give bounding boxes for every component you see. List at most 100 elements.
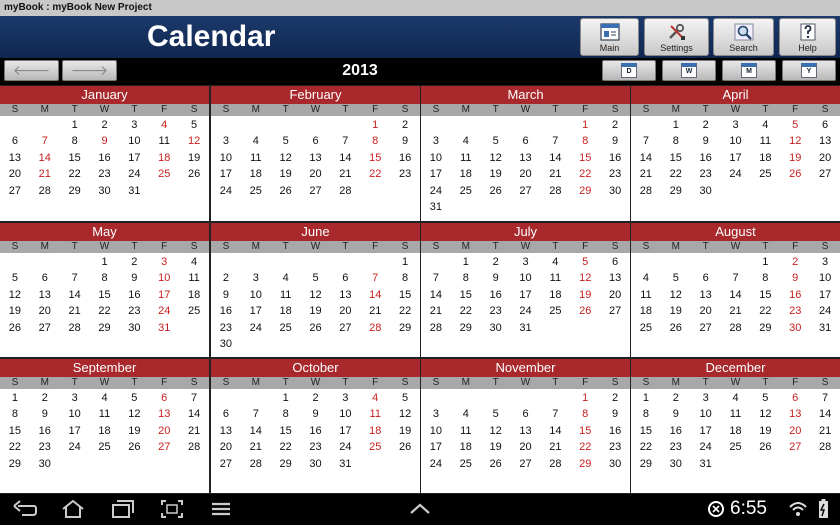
day-cell[interactable]: 29 (570, 456, 600, 472)
day-cell[interactable]: 9 (780, 270, 810, 286)
day-cell[interactable]: 18 (90, 423, 120, 439)
day-cell[interactable]: 5 (119, 390, 149, 406)
day-cell[interactable]: 17 (721, 150, 751, 166)
day-cell[interactable]: 7 (179, 390, 209, 406)
day-cell[interactable]: 6 (600, 254, 630, 270)
day-cell[interactable]: 9 (481, 270, 511, 286)
day-cell[interactable]: 19 (750, 423, 780, 439)
day-cell[interactable]: 10 (119, 133, 149, 149)
day-cell[interactable]: 9 (301, 406, 331, 422)
day-cell[interactable]: 30 (600, 183, 630, 199)
main-button[interactable]: Main (580, 18, 639, 56)
day-cell[interactable]: 9 (211, 287, 241, 303)
day-cell[interactable]: 18 (451, 439, 481, 455)
day-cell[interactable]: 17 (421, 166, 451, 182)
day-cell[interactable]: 2 (90, 117, 120, 133)
day-cell[interactable]: 29 (271, 456, 301, 472)
day-cell[interactable]: 21 (540, 166, 570, 182)
recent-apps-icon[interactable] (110, 498, 136, 520)
day-cell[interactable]: 8 (451, 270, 481, 286)
day-cell[interactable]: 15 (661, 150, 691, 166)
day-cell[interactable]: 7 (421, 270, 451, 286)
day-cell[interactable]: 21 (179, 423, 209, 439)
day-cell[interactable]: 30 (691, 183, 721, 199)
day-cell[interactable]: 22 (661, 166, 691, 182)
day-cell[interactable]: 23 (119, 303, 149, 319)
day-cell[interactable]: 13 (810, 133, 840, 149)
day-cell[interactable]: 24 (721, 166, 751, 182)
day-cell[interactable]: 28 (540, 183, 570, 199)
month-title[interactable]: July (421, 223, 630, 241)
day-cell[interactable]: 20 (30, 303, 60, 319)
day-cell[interactable]: 23 (211, 320, 241, 336)
month-june[interactable]: June S M T W T F S 1 2 3 4 5 6 7 8 9 10 11 12 13 14 15 16 17 18 19… (211, 223, 420, 357)
month-title[interactable]: February (211, 86, 420, 104)
day-cell[interactable]: 18 (750, 150, 780, 166)
day-cell[interactable]: 31 (119, 183, 149, 199)
day-cell[interactable]: 19 (780, 150, 810, 166)
day-cell[interactable]: 27 (780, 439, 810, 455)
day-cell[interactable]: 17 (330, 423, 360, 439)
day-cell[interactable]: 25 (750, 166, 780, 182)
day-cell[interactable]: 14 (721, 287, 751, 303)
day-cell[interactable]: 27 (211, 456, 241, 472)
day-cell[interactable]: 18 (721, 423, 751, 439)
day-cell[interactable]: 1 (570, 117, 600, 133)
day-cell[interactable]: 24 (421, 456, 451, 472)
day-cell[interactable]: 15 (360, 150, 390, 166)
day-cell[interactable]: 1 (60, 117, 90, 133)
day-cell[interactable]: 7 (330, 133, 360, 149)
day-cell[interactable]: 25 (451, 183, 481, 199)
day-cell[interactable]: 9 (661, 406, 691, 422)
day-cell[interactable]: 4 (540, 254, 570, 270)
day-cell[interactable]: 4 (451, 406, 481, 422)
day-cell[interactable]: 17 (421, 439, 451, 455)
day-cell[interactable]: 1 (570, 390, 600, 406)
day-cell[interactable]: 18 (271, 303, 301, 319)
day-cell[interactable]: 24 (511, 303, 541, 319)
day-cell[interactable]: 2 (390, 117, 420, 133)
day-cell[interactable]: 18 (241, 166, 271, 182)
day-cell[interactable]: 5 (481, 133, 511, 149)
day-cell[interactable]: 3 (60, 390, 90, 406)
day-cell[interactable]: 5 (179, 117, 209, 133)
menu-icon[interactable] (208, 498, 234, 520)
day-cell[interactable]: 7 (631, 133, 661, 149)
day-cell[interactable]: 29 (451, 320, 481, 336)
day-cell[interactable]: 25 (90, 439, 120, 455)
day-cell[interactable]: 11 (360, 406, 390, 422)
day-cell[interactable]: 8 (570, 133, 600, 149)
month-view-button[interactable]: M (722, 60, 776, 81)
day-cell[interactable]: 11 (90, 406, 120, 422)
day-cell[interactable]: 21 (421, 303, 451, 319)
day-cell[interactable]: 22 (451, 303, 481, 319)
day-cell[interactable]: 27 (30, 320, 60, 336)
day-cell[interactable]: 21 (721, 303, 751, 319)
day-cell[interactable]: 22 (570, 166, 600, 182)
day-cell[interactable]: 5 (570, 254, 600, 270)
day-cell[interactable]: 25 (631, 320, 661, 336)
day-cell[interactable]: 9 (691, 133, 721, 149)
day-cell[interactable]: 13 (600, 270, 630, 286)
day-cell[interactable]: 17 (60, 423, 90, 439)
day-cell[interactable]: 10 (810, 270, 840, 286)
day-cell[interactable]: 7 (540, 406, 570, 422)
day-cell[interactable]: 15 (750, 287, 780, 303)
day-cell[interactable]: 19 (661, 303, 691, 319)
day-cell[interactable]: 12 (570, 270, 600, 286)
day-cell[interactable]: 17 (691, 423, 721, 439)
day-cell[interactable]: 18 (540, 287, 570, 303)
day-cell[interactable]: 14 (540, 150, 570, 166)
day-cell[interactable]: 15 (570, 423, 600, 439)
month-title[interactable]: October (211, 359, 420, 377)
day-cell[interactable]: 16 (119, 287, 149, 303)
month-title[interactable]: August (631, 223, 840, 241)
day-cell[interactable]: 21 (631, 166, 661, 182)
day-cell[interactable]: 28 (241, 456, 271, 472)
day-cell[interactable]: 2 (30, 390, 60, 406)
day-cell[interactable]: 17 (810, 287, 840, 303)
day-cell[interactable]: 19 (570, 287, 600, 303)
month-august[interactable]: August S M T W T F S 1 2 3 4 5 6 7 8 9 10 11 12 13 14 15 16 17 18… (631, 223, 840, 357)
day-cell[interactable]: 21 (30, 166, 60, 182)
day-cell[interactable]: 8 (360, 133, 390, 149)
